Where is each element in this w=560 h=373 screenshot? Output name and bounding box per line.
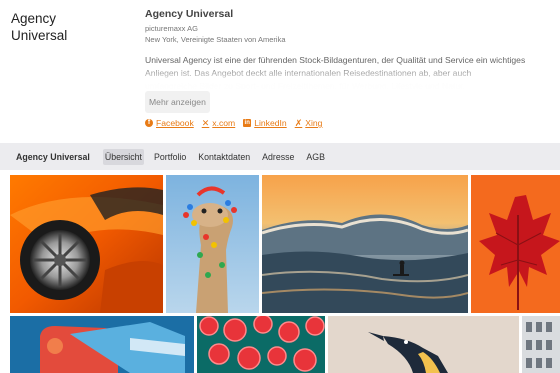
xing-label: Xing xyxy=(305,118,323,128)
show-more-button[interactable]: Mehr anzeigen xyxy=(145,91,210,113)
gallery-image-facade[interactable] xyxy=(522,316,560,373)
tab-portfolio[interactable]: Portfolio xyxy=(152,149,188,165)
profile-navbar: Agency Universal Übersicht Portfolio Kon… xyxy=(0,143,560,170)
tab-terms[interactable]: AGB xyxy=(304,149,327,165)
description-line: Universal Agency ist eine der führenden … xyxy=(145,55,526,65)
gallery-image-car[interactable] xyxy=(10,175,163,313)
gallery-image-leaf[interactable] xyxy=(471,175,560,313)
nav-brand: Agency Universal xyxy=(16,151,90,162)
x-icon: ✕ xyxy=(201,117,210,128)
company-name: picturemaxx AG xyxy=(145,24,198,33)
linkedin-icon: in xyxy=(243,119,252,127)
xing-link[interactable]: ✗ Xing xyxy=(295,118,323,128)
x-label: x.com xyxy=(212,118,236,128)
image-gallery xyxy=(0,175,560,373)
facebook-icon: f xyxy=(145,119,153,127)
description-line: Anliegen ist. Das Angebot deckt alle int… xyxy=(145,68,472,78)
linkedin-link[interactable]: in LinkedIn xyxy=(243,118,287,128)
profile-description: Universal Agency ist eine der führenden … xyxy=(145,54,560,91)
gallery-image-surfer[interactable] xyxy=(262,175,468,313)
facebook-link[interactable]: f Facebook xyxy=(145,118,194,128)
xing-icon: ✗ xyxy=(294,117,303,128)
gallery-image-camel[interactable] xyxy=(166,175,259,313)
location: New York, Vereinigte Staaten von Amerika xyxy=(145,35,286,44)
tab-overview[interactable]: Übersicht xyxy=(102,148,144,165)
gallery-image-building[interactable] xyxy=(10,316,194,373)
agency-logo-text: Agency Universal xyxy=(11,10,131,44)
gallery-image-cells[interactable] xyxy=(197,316,325,373)
linkedin-label: LinkedIn xyxy=(254,118,287,128)
gallery-image-penguin[interactable] xyxy=(328,316,519,373)
x-link[interactable]: ✕ x.com xyxy=(202,118,235,128)
profile-info: Agency Universal picturemaxx AG New York… xyxy=(145,8,560,91)
brand-line-1: Agency xyxy=(11,11,57,26)
facebook-label: Facebook xyxy=(156,118,194,128)
profile-name: Agency Universal xyxy=(145,8,234,20)
tab-contact[interactable]: Kontaktdaten xyxy=(196,149,252,165)
brand-line-2: Universal xyxy=(11,28,68,43)
social-links: f Facebook ✕ x.com in LinkedIn ✗ Xing xyxy=(145,118,322,128)
description-line: umfangreiche Bilder zu Sport- und Freize… xyxy=(145,81,465,91)
tab-address[interactable]: Adresse xyxy=(260,149,296,165)
